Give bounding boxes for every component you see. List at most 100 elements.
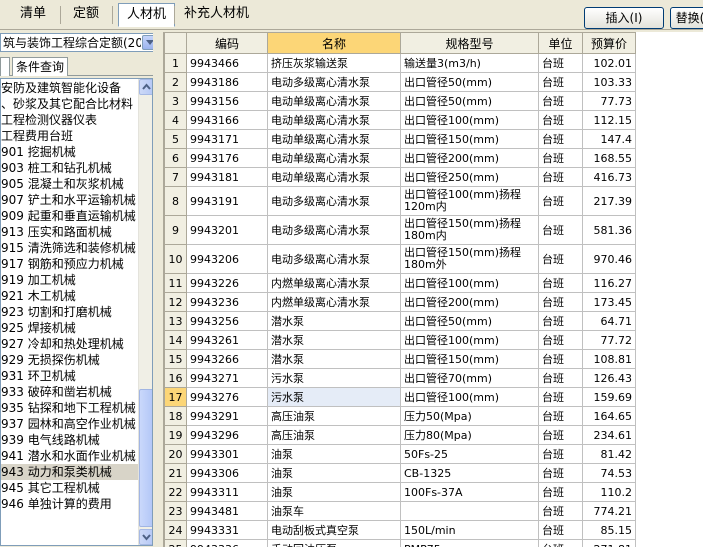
cell-price[interactable]: 416.73 — [582, 167, 636, 187]
insert-button[interactable]: 插入(I) — [584, 7, 664, 29]
row-number[interactable]: 15 — [164, 349, 187, 369]
cell-code[interactable]: 9943331 — [186, 520, 268, 540]
cell-code[interactable]: 9943201 — [186, 215, 268, 245]
row-number[interactable]: 25 — [164, 539, 187, 547]
cell-unit[interactable]: 台班 — [538, 463, 583, 483]
cell-unit[interactable]: 台班 — [538, 406, 583, 426]
tree-node[interactable]: 907 铲土和水平运输机械 — [1, 192, 141, 208]
cell-spec[interactable]: 出口管径100(mm) — [400, 387, 539, 407]
cell-code[interactable]: 9943191 — [186, 186, 268, 216]
cell-name[interactable]: 内燃单级离心清水泵 — [267, 292, 401, 312]
header-unit[interactable]: 单位 — [538, 32, 583, 54]
row-number[interactable]: 17 — [164, 387, 187, 407]
cell-code[interactable]: 9943296 — [186, 425, 268, 445]
cell-name[interactable]: 油泵 — [267, 463, 401, 483]
row-number[interactable]: 9 — [164, 215, 187, 245]
cell-code[interactable]: 9943171 — [186, 129, 268, 149]
row-number[interactable]: 2 — [164, 72, 187, 92]
header-spec[interactable]: 规格型号 — [400, 32, 539, 54]
cell-price[interactable]: 81.42 — [582, 444, 636, 464]
tab-quota[interactable]: 定额 — [65, 3, 107, 27]
scroll-down-button[interactable] — [139, 529, 152, 545]
cell-spec[interactable]: 出口管径250(mm) — [400, 167, 539, 187]
cell-name[interactable]: 电动单级离心清水泵 — [267, 148, 401, 168]
tree-node[interactable]: 913 压实和路面机械 — [1, 224, 141, 240]
quota-library-select[interactable]: 筑与装饰工程综合定额(201 — [0, 33, 159, 52]
cell-price[interactable]: 64.71 — [582, 311, 636, 331]
cell-code[interactable]: 9943166 — [186, 110, 268, 130]
tree-node[interactable]: 925 焊接机械 — [1, 320, 141, 336]
replace-button[interactable]: 替换( — [670, 7, 703, 29]
row-number[interactable]: 3 — [164, 91, 187, 111]
cell-name[interactable]: 电动多级离心清水泵 — [267, 186, 401, 216]
cell-name[interactable]: 电动单级离心清水泵 — [267, 129, 401, 149]
row-number[interactable]: 14 — [164, 330, 187, 350]
cell-name[interactable]: 电动单级离心清水泵 — [267, 91, 401, 111]
tree-node[interactable]: 、砂浆及其它配合比材料 — [1, 96, 141, 112]
tab-bill[interactable]: 清单 — [12, 3, 54, 27]
table-row[interactable]: 10 9943206 电动多级离心清水泵 出口管径150(mm)扬程180m外 台班 97… — [164, 244, 636, 274]
cell-name[interactable]: 内燃单级离心清水泵 — [267, 273, 401, 293]
cell-unit[interactable]: 台班 — [538, 311, 583, 331]
table-row[interactable]: 12 9943236 内燃单级离心清水泵 出口管径200(mm) 台班 173.45 — [164, 292, 636, 312]
cell-code[interactable]: 9943481 — [186, 501, 268, 521]
cell-name[interactable]: 油泵 — [267, 482, 401, 502]
cell-price[interactable]: 126.43 — [582, 368, 636, 388]
cell-price[interactable]: 77.73 — [582, 91, 636, 111]
tree-node[interactable]: 939 电气线路机械 — [1, 432, 141, 448]
table-row[interactable]: 6 9943176 电动单级离心清水泵 出口管径200(mm) 台班 168.55 — [164, 148, 636, 168]
cell-spec[interactable]: 出口管径200(mm) — [400, 148, 539, 168]
header-name[interactable]: 名称 — [267, 32, 401, 54]
tree-node[interactable]: 工程检测仪器仪表 — [1, 112, 141, 128]
cell-code[interactable]: 9943466 — [186, 53, 268, 73]
row-number[interactable]: 7 — [164, 167, 187, 187]
cell-price[interactable]: 159.69 — [582, 387, 636, 407]
tree-node[interactable]: 933 破碎和凿岩机械 — [1, 384, 141, 400]
cell-unit[interactable]: 台班 — [538, 387, 583, 407]
cell-code[interactable]: 9943336 — [186, 539, 268, 547]
row-number[interactable]: 13 — [164, 311, 187, 331]
table-row[interactable]: 17 9943276 污水泵 出口管径100(mm) 台班 159.69 — [164, 387, 636, 407]
cell-spec[interactable]: 出口管径100(mm)扬程120m内 — [400, 186, 539, 216]
header-price[interactable]: 预算价 — [582, 32, 636, 54]
table-row[interactable]: 4 9943166 电动单级离心清水泵 出口管径100(mm) 台班 112.15 — [164, 110, 636, 130]
cell-spec[interactable]: 压力50(Mpa) — [400, 406, 539, 426]
row-number[interactable]: 1 — [164, 53, 187, 73]
cell-unit[interactable]: 台班 — [538, 501, 583, 521]
cell-name[interactable]: 挤压灰浆输送泵 — [267, 53, 401, 73]
row-number[interactable]: 21 — [164, 463, 187, 483]
subtab-tree[interactable] — [0, 57, 10, 76]
cell-spec[interactable]: 出口管径50(mm) — [400, 72, 539, 92]
row-number[interactable]: 16 — [164, 368, 187, 388]
cell-unit[interactable]: 台班 — [538, 215, 583, 245]
cell-spec[interactable]: 出口管径150(mm)扬程180m外 — [400, 244, 539, 274]
row-number[interactable]: 10 — [164, 244, 187, 274]
table-row[interactable]: 11 9943226 内燃单级离心清水泵 出口管径100(mm) 台班 116.27 — [164, 273, 636, 293]
scroll-thumb[interactable] — [139, 389, 152, 527]
tree-scrollbar[interactable] — [138, 79, 152, 545]
cell-unit[interactable]: 台班 — [538, 539, 583, 547]
cell-price[interactable]: 77.72 — [582, 330, 636, 350]
cell-name[interactable]: 电动刮板式真空泵 — [267, 520, 401, 540]
table-row[interactable]: 22 9943311 油泵 100Fs-37A 台班 110.2 — [164, 482, 636, 502]
cell-name[interactable]: 电动单级离心清水泵 — [267, 167, 401, 187]
cell-name[interactable]: 污水泵 — [267, 368, 401, 388]
cell-spec[interactable] — [400, 501, 539, 521]
subtab-condition-search[interactable]: 条件查询 — [12, 57, 69, 76]
tab-labor-material-machine[interactable]: 人材机 — [118, 3, 176, 27]
panel-splitter[interactable] — [153, 31, 163, 547]
cell-unit[interactable]: 台班 — [538, 129, 583, 149]
cell-code[interactable]: 9943291 — [186, 406, 268, 426]
tree-node[interactable]: 941 潜水和水面作业机械 — [1, 448, 141, 464]
cell-unit[interactable]: 台班 — [538, 368, 583, 388]
cell-unit[interactable]: 台班 — [538, 148, 583, 168]
cell-price[interactable]: 168.55 — [582, 148, 636, 168]
cell-spec[interactable]: 出口管径100(mm) — [400, 330, 539, 350]
table-row[interactable]: 20 9943301 油泵 50Fs-25 台班 81.42 — [164, 444, 636, 464]
cell-price[interactable]: 102.01 — [582, 53, 636, 73]
cell-name[interactable]: 潜水泵 — [267, 349, 401, 369]
row-number[interactable]: 22 — [164, 482, 187, 502]
cell-name[interactable]: 高压油泵 — [267, 425, 401, 445]
cell-unit[interactable]: 台班 — [538, 330, 583, 350]
row-number[interactable]: 4 — [164, 110, 187, 130]
